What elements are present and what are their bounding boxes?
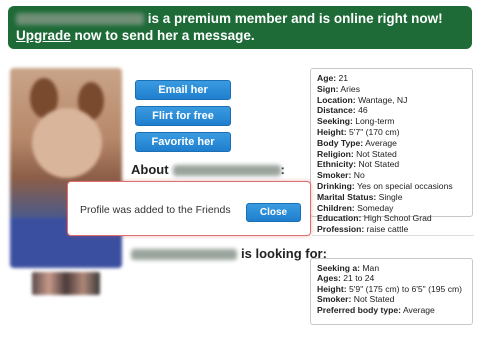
profile-detail-row-value: 21: [338, 73, 349, 83]
looking-name-blurred: [131, 249, 237, 261]
profile-detail-row-label: Children:: [317, 202, 355, 213]
seeking-detail-row: Smoker: Not Stated: [317, 294, 466, 304]
profile-detail-row-label: Marital Status:: [317, 191, 377, 202]
profile-detail-row-value: No: [353, 170, 365, 181]
profile-detail-row-label: Height:: [317, 126, 347, 137]
profile-detail-row: Profession: raise cattle: [317, 224, 466, 235]
profile-detail-row-value: Someday: [357, 202, 394, 213]
profile-detail-row-value: raise cattle: [366, 224, 409, 235]
seeking-detail-row: Ages: 21 to 24: [317, 273, 466, 283]
profile-details: Age: 21 Sign: Aries Location: Wantage, NJ D…: [310, 68, 473, 234]
seeking-detail-row: Height: 5'9" (175 cm) to 6'5" (195 cm): [317, 284, 466, 294]
seeking-detail-row-value: 5'9" (175 cm) to 6'5" (195 cm): [349, 283, 463, 294]
profile-detail-row-value: Aries: [340, 83, 360, 94]
member-name-blurred: [16, 13, 144, 26]
dialog-message: Profile was added to the Friends: [80, 204, 231, 216]
profile-detail-row-value: Not Stated: [358, 159, 400, 170]
profile-detail-row-label: Ethnicity:: [317, 159, 357, 170]
seeking-detail-row-value: 21 to 24: [343, 273, 375, 284]
seeking-detail-row-value: Not Stated: [353, 294, 395, 305]
profile-detail-row: Location: Wantage, NJ: [317, 95, 466, 106]
seeking-detail-row: Preferred body type: Average: [317, 305, 466, 315]
profile-detail-row-label: Sign:: [317, 83, 339, 94]
profile-detail-row-value: High School Grad: [363, 213, 432, 224]
banner-text: is a premium member and is online right …: [147, 11, 443, 26]
profile-detail-row: Children: Someday: [317, 203, 466, 214]
profile-detail-row-label: Location:: [317, 94, 356, 105]
profile-photo[interactable]: [10, 68, 122, 268]
profile-detail-row-label: Drinking:: [317, 180, 355, 191]
close-button[interactable]: Close: [246, 203, 301, 222]
profile-detail-row-value: 5'7" (170 cm): [349, 126, 400, 137]
profile-detail-row-label: Age:: [317, 73, 337, 83]
profile-detail-row-label: Education:: [317, 213, 362, 224]
seeking-detail-row-label: Seeking a:: [317, 263, 360, 273]
profile-detail-row: Religion: Not Stated: [317, 149, 466, 160]
profile-detail-row-value: Wantage, NJ: [358, 94, 408, 105]
seeking-details: Seeking a: Man Ages: 21 to 24 Height: 5'9"…: [310, 258, 473, 325]
premium-banner: is a premium member and is online right …: [8, 6, 472, 49]
about-name-blurred: [172, 165, 281, 177]
seeking-detail-row-label: Height:: [317, 283, 347, 294]
profile-detail-row: Education: High School Grad: [317, 213, 466, 224]
profile-detail-row: Seeking: Long-term: [317, 116, 466, 127]
profile-detail-row-value: Average: [365, 137, 397, 148]
profile-detail-row: Age: 21: [317, 73, 466, 84]
seeking-detail-row-label: Smoker:: [317, 294, 352, 305]
divider: [312, 235, 474, 236]
seeking-detail-row-label: Preferred body type:: [317, 304, 402, 315]
profile-detail-row: Ethnicity: Not Stated: [317, 159, 466, 170]
seeking-detail-row: Seeking a: Man: [317, 263, 466, 273]
profile-detail-row-label: Distance:: [317, 105, 356, 116]
photo-thumbnail[interactable]: [32, 272, 100, 295]
profile-detail-row-label: Smoker:: [317, 170, 352, 181]
seeking-detail-row-value: Average: [402, 304, 435, 315]
profile-detail-row-label: Body Type:: [317, 137, 364, 148]
profile-detail-row: Marital Status: Single: [317, 192, 466, 203]
seeking-detail-row-value: Man: [362, 263, 380, 273]
profile-detail-row-value: 46: [358, 105, 368, 116]
flirt-button[interactable]: Flirt for free: [135, 106, 231, 126]
friends-added-dialog: Profile was added to the Friends Close: [67, 181, 311, 236]
profile-detail-row: Sign: Aries: [317, 84, 466, 95]
profile-detail-row-value: Not Stated: [356, 148, 397, 159]
profile-detail-row-value: Single: [378, 191, 403, 202]
banner-text-rest: now to send her a message.: [74, 28, 255, 43]
profile-detail-row: Body Type: Average: [317, 138, 466, 149]
email-her-button[interactable]: Email her: [135, 80, 231, 100]
profile-detail-row: Smoker: No: [317, 170, 466, 181]
profile-detail-row-label: Religion:: [317, 148, 354, 159]
seeking-detail-row-label: Ages:: [317, 273, 341, 284]
about-heading: About:: [131, 162, 285, 177]
looking-for-heading: is looking for:: [131, 246, 327, 261]
profile-detail-row-value: Long-term: [355, 116, 395, 127]
profile-detail-row-value: Yes on special occasions: [356, 180, 453, 191]
favorite-button[interactable]: Favorite her: [135, 132, 231, 152]
upgrade-link[interactable]: Upgrade: [16, 28, 71, 43]
profile-detail-row-label: Seeking:: [317, 116, 353, 127]
profile-detail-row-label: Profession:: [317, 224, 365, 235]
profile-detail-row: Distance: 46: [317, 105, 466, 116]
profile-detail-row: Drinking: Yes on special occasions: [317, 181, 466, 192]
profile-detail-row: Height: 5'7" (170 cm): [317, 127, 466, 138]
